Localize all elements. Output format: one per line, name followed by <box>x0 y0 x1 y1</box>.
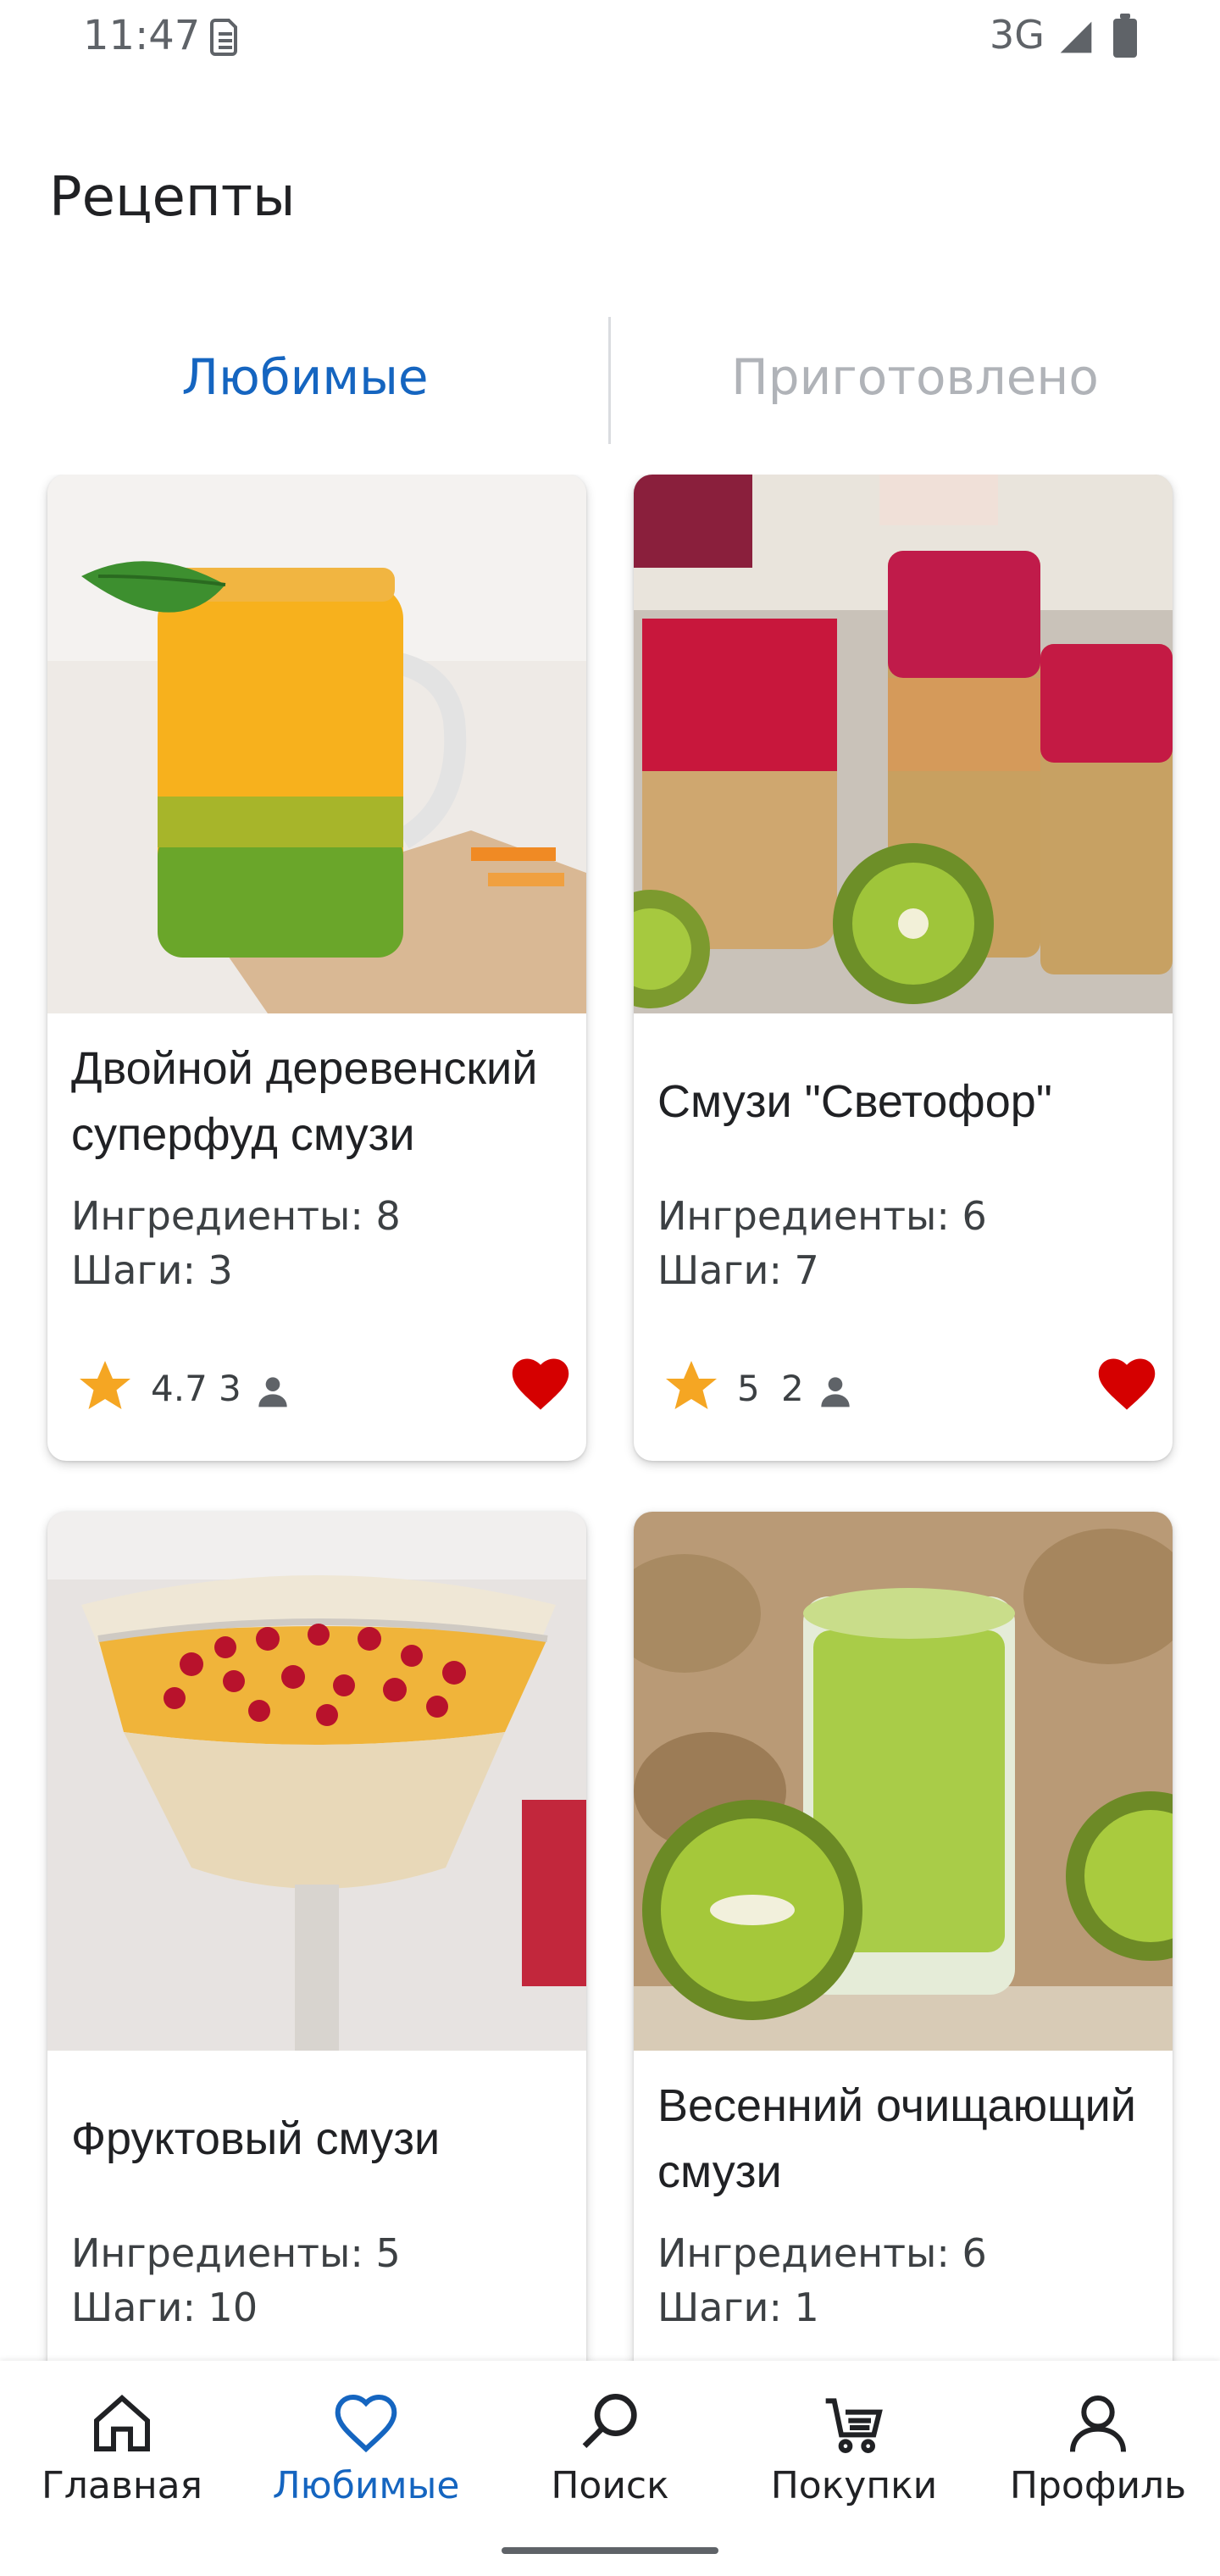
recipe-title: Двойной деревенский суперфуд смузи <box>71 1043 538 1160</box>
recipe-steps: Шаги: 3 <box>71 1247 233 1293</box>
recipe-steps: Шаги: 1 <box>657 2285 819 2330</box>
recipe-image <box>634 475 1173 1013</box>
recipe-card[interactable]: Весенний очищающий смузи Ингредиенты: 6 … <box>634 1512 1173 2364</box>
favorite-heart-icon[interactable] <box>508 1352 573 1413</box>
nav-label: Покупки <box>770 2464 938 2507</box>
recipe-grid: Двойной деревенский суперфуд смузи Ингре… <box>0 475 1220 2364</box>
signal-icon <box>1060 21 1092 53</box>
cart-icon <box>825 2398 883 2453</box>
page-title: Рецепты <box>49 166 296 229</box>
star-icon <box>80 1361 130 1409</box>
tab-cooked[interactable]: Приготовлено <box>610 314 1220 441</box>
person-icon <box>1070 2396 1126 2452</box>
recipe-card[interactable]: Фруктовый смузи Ингредиенты: 5 Шаги: 10 <box>47 1512 586 2364</box>
nav-search[interactable]: Поиск <box>488 2361 732 2522</box>
tab-favorites[interactable]: Любимые <box>0 314 610 441</box>
nav-shopping[interactable]: Покупки <box>732 2361 976 2522</box>
recipe-card[interactable]: Двойной деревенский суперфуд смузи Ингре… <box>47 475 586 1461</box>
network-type: 3G <box>990 12 1045 58</box>
recipe-image <box>47 1512 586 2051</box>
recipe-steps: Шаги: 7 <box>657 1247 819 1293</box>
favorite-heart-icon[interactable] <box>1095 1352 1159 1413</box>
search-icon <box>582 2394 637 2449</box>
rating-value: 5 <box>737 1368 760 1409</box>
recipe-title: Фруктовый смузи <box>71 2113 441 2164</box>
reviews-count: 3 <box>219 1368 241 1409</box>
recipe-image <box>634 1512 1173 2051</box>
rating-value: 4.7 <box>151 1368 208 1409</box>
nav-favorites[interactable]: Любимые <box>244 2361 488 2522</box>
nav-profile[interactable]: Профиль <box>976 2361 1220 2522</box>
recipe-ingredients: Ингредиенты: 6 <box>657 2230 987 2276</box>
reviews-count: 2 <box>781 1368 804 1409</box>
nav-label: Главная <box>41 2464 203 2507</box>
home-indicator[interactable] <box>502 2547 718 2554</box>
bottom-navigation: Главная Любимые Поиск Покупки Профиль <box>0 2361 1220 2576</box>
sim-icon <box>210 19 237 56</box>
recipe-ingredients: Ингредиенты: 8 <box>71 1193 401 1239</box>
nav-label: Профиль <box>1009 2464 1187 2507</box>
recipe-ingredients: Ингредиенты: 5 <box>71 2230 401 2276</box>
nav-home[interactable]: Главная <box>0 2361 244 2522</box>
heart-outline-icon <box>335 2394 397 2453</box>
tab-bar: Любимые Приготовлено <box>0 314 1220 444</box>
recipe-title: Весенний очищающий смузи <box>657 2080 1136 2197</box>
recipe-title: Смузи "Светофор" <box>657 1076 1052 1127</box>
rating-row: 4.7 3 <box>75 1356 569 1420</box>
nav-label: Поиск <box>551 2464 669 2507</box>
person-icon <box>821 1377 850 1407</box>
recipe-steps: Шаги: 10 <box>71 2285 258 2330</box>
nav-label: Любимые <box>272 2464 460 2507</box>
recipe-image <box>47 475 586 1013</box>
battery-icon <box>1113 14 1137 58</box>
status-time: 11:47 <box>83 12 201 59</box>
home-icon <box>94 2394 150 2451</box>
recipe-ingredients: Ингредиенты: 6 <box>657 1193 987 1239</box>
recipe-card[interactable]: Смузи "Светофор" Ингредиенты: 6 Шаги: 7 … <box>634 475 1173 1461</box>
status-bar: 11:47 3G <box>0 0 1220 76</box>
star-icon <box>666 1361 717 1409</box>
person-icon <box>258 1377 287 1407</box>
rating-row: 5 2 <box>661 1356 1156 1420</box>
